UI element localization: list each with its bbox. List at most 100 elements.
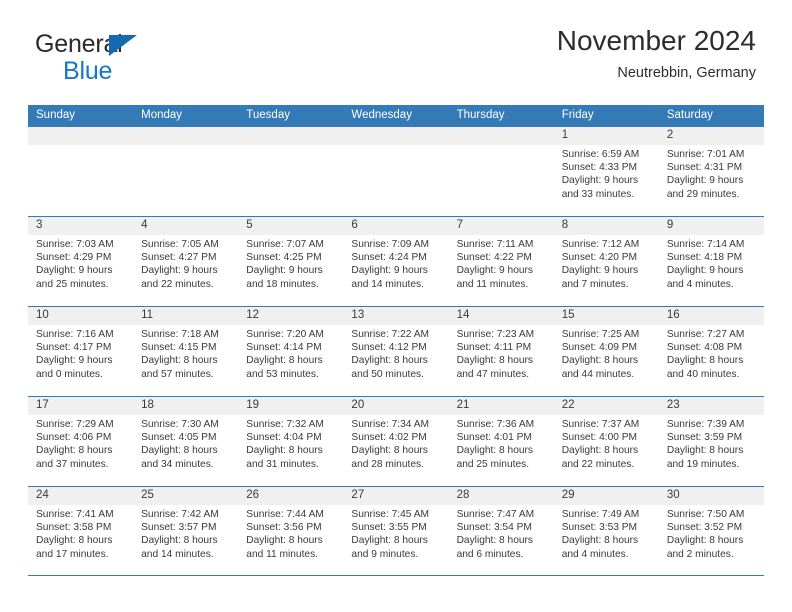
day-cell[interactable]: 9 Sunrise: 7:14 AM Sunset: 4:18 PM Dayli… [659,217,764,307]
daylight-text-line2: and 7 minutes. [561,278,629,290]
day-cell[interactable]: 4 Sunrise: 7:05 AM Sunset: 4:27 PM Dayli… [133,217,238,307]
day-cell[interactable]: 19 Sunrise: 7:32 AM Sunset: 4:04 PM Dayl… [238,397,343,487]
sunset-text: Sunset: 4:01 PM [456,432,532,444]
day-cell[interactable]: 2 Sunrise: 7:01 AM Sunset: 4:31 PM Dayli… [659,127,764,217]
daylight-text-line1: Daylight: 8 hours [456,535,534,547]
sunrise-text: Sunrise: 7:39 AM [666,419,745,430]
daylight-text-line1: Daylight: 9 hours [246,265,323,277]
day-info: Sunrise: 7:49 AM Sunset: 3:53 PM Dayligh… [562,508,659,561]
day-cell[interactable]: 22 Sunrise: 7:37 AM Sunset: 4:00 PM Dayl… [554,397,659,487]
page-title: November 2024 [556,25,756,56]
daylight-text-line1: Daylight: 8 hours [36,445,113,457]
day-number: 5 [246,219,253,231]
weekday-header-sunday: Sunday [36,109,76,121]
week-cells: 17 Sunrise: 7:29 AM Sunset: 4:06 PM Dayl… [28,397,764,487]
day-cell[interactable]: 25 Sunrise: 7:42 AM Sunset: 3:57 PM Dayl… [133,487,238,577]
daylight-text-line2: and 44 minutes. [561,368,635,380]
day-cell[interactable]: 10 Sunrise: 7:16 AM Sunset: 4:17 PM Dayl… [28,307,133,397]
sunrise-text: Sunrise: 7:27 AM [666,329,745,340]
brand-logo-top: General [35,30,235,58]
day-cell[interactable] [133,127,238,217]
day-cell[interactable]: 28 Sunrise: 7:47 AM Sunset: 3:54 PM Dayl… [449,487,554,577]
daylight-text-line1: Daylight: 9 hours [36,355,113,367]
day-info: Sunrise: 7:32 AM Sunset: 4:04 PM Dayligh… [246,418,343,471]
day-number: 1 [561,129,569,141]
day-info: Sunrise: 7:01 AM Sunset: 4:31 PM Dayligh… [667,148,764,201]
day-cell[interactable]: 5 Sunrise: 7:07 AM Sunset: 4:25 PM Dayli… [238,217,343,307]
day-cell[interactable]: 15 Sunrise: 7:25 AM Sunset: 4:09 PM Dayl… [554,307,659,397]
sunset-text: Sunset: 4:29 PM [36,252,112,264]
day-cell[interactable]: 20 Sunrise: 7:34 AM Sunset: 4:02 PM Dayl… [343,397,448,487]
day-cell[interactable]: 12 Sunrise: 7:20 AM Sunset: 4:14 PM Dayl… [238,307,343,397]
week-cells: 24 Sunrise: 7:41 AM Sunset: 3:58 PM Dayl… [28,487,764,577]
day-cell[interactable]: 8 Sunrise: 7:12 AM Sunset: 4:20 PM Dayli… [554,217,659,307]
day-number: 20 [351,399,365,411]
day-number: 29 [561,489,575,501]
sunrise-text: Sunrise: 7:12 AM [561,239,640,250]
day-cell[interactable]: 26 Sunrise: 7:44 AM Sunset: 3:56 PM Dayl… [238,487,343,577]
daylight-text-line1: Daylight: 8 hours [246,355,323,367]
sunset-text: Sunset: 4:22 PM [456,252,532,264]
daylight-text-line1: Daylight: 8 hours [456,355,534,367]
day-cell[interactable] [343,127,448,217]
day-cell[interactable]: 1 Sunrise: 6:59 AM Sunset: 4:33 PM Dayli… [554,127,659,217]
day-cell[interactable]: 14 Sunrise: 7:23 AM Sunset: 4:11 PM Dayl… [449,307,554,397]
day-number [36,127,133,145]
day-cell[interactable]: 23 Sunrise: 7:39 AM Sunset: 3:59 PM Dayl… [659,397,764,487]
sunrise-text: Sunrise: 7:09 AM [351,239,430,250]
day-cell[interactable] [238,127,343,217]
daylight-text-line2: and 14 minutes. [141,548,214,560]
day-number: 21 [456,399,470,411]
day-cell[interactable]: 18 Sunrise: 7:30 AM Sunset: 4:05 PM Dayl… [133,397,238,487]
sunrise-text: Sunrise: 7:42 AM [141,509,219,520]
day-cell[interactable] [449,127,554,217]
daylight-text-line2: and 14 minutes. [351,278,424,290]
day-info: Sunrise: 6:59 AM Sunset: 4:33 PM Dayligh… [562,148,659,201]
calendar-week-row: 1 Sunrise: 6:59 AM Sunset: 4:33 PM Dayli… [28,126,764,216]
daylight-text-line2: and 28 minutes. [351,458,424,470]
day-cell[interactable]: 7 Sunrise: 7:11 AM Sunset: 4:22 PM Dayli… [449,217,554,307]
calendar-page: General Blue November 2024 Neutrebbin, G… [0,0,792,612]
sunset-text: Sunset: 4:09 PM [561,342,638,354]
daylight-text-line2: and 22 minutes. [561,458,635,470]
sunset-text: Sunset: 4:27 PM [141,252,217,264]
daylight-text-line1: Daylight: 8 hours [351,535,428,547]
day-cell[interactable]: 3 Sunrise: 7:03 AM Sunset: 4:29 PM Dayli… [28,217,133,307]
brand-name-blue: Blue [63,57,113,85]
day-info: Sunrise: 7:05 AM Sunset: 4:27 PM Dayligh… [141,238,238,291]
day-cell[interactable]: 17 Sunrise: 7:29 AM Sunset: 4:06 PM Dayl… [28,397,133,487]
brand-logo[interactable]: General Blue [35,30,235,84]
day-cell[interactable] [28,127,133,217]
day-cell[interactable]: 21 Sunrise: 7:36 AM Sunset: 4:01 PM Dayl… [449,397,554,487]
day-number: 28 [456,489,470,501]
day-number: 18 [141,399,154,411]
day-number [141,127,238,145]
sunset-text: Sunset: 4:20 PM [561,252,638,264]
day-cell[interactable]: 6 Sunrise: 7:09 AM Sunset: 4:24 PM Dayli… [343,217,448,307]
daylight-text-line2: and 6 minutes. [456,548,524,560]
calendar-week-row: 17 Sunrise: 7:29 AM Sunset: 4:06 PM Dayl… [28,396,764,486]
page-header: General Blue November 2024 Neutrebbin, G… [28,22,764,98]
sunrise-text: Sunrise: 7:47 AM [456,509,535,520]
daylight-text-line2: and 11 minutes. [456,278,529,290]
week-cells: 3 Sunrise: 7:03 AM Sunset: 4:29 PM Dayli… [28,217,764,307]
weekday-header-row: Sunday Monday Tuesday Wednesday Thursday… [28,105,764,126]
day-info: Sunrise: 7:18 AM Sunset: 4:15 PM Dayligh… [141,328,238,381]
day-cell[interactable]: 27 Sunrise: 7:45 AM Sunset: 3:55 PM Dayl… [343,487,448,577]
daylight-text-line2: and 34 minutes. [141,458,214,470]
day-number [457,127,554,145]
sunset-text: Sunset: 3:55 PM [351,522,427,534]
day-cell[interactable]: 16 Sunrise: 7:27 AM Sunset: 4:08 PM Dayl… [659,307,764,397]
day-cell[interactable]: 30 Sunrise: 7:50 AM Sunset: 3:52 PM Dayl… [659,487,764,577]
day-cell[interactable]: 24 Sunrise: 7:41 AM Sunset: 3:58 PM Dayl… [28,487,133,577]
sunset-text: Sunset: 4:12 PM [351,342,427,354]
sunset-text: Sunset: 4:00 PM [561,432,638,444]
day-number: 22 [561,399,575,411]
day-cell[interactable]: 29 Sunrise: 7:49 AM Sunset: 3:53 PM Dayl… [554,487,659,577]
day-cell[interactable]: 13 Sunrise: 7:22 AM Sunset: 4:12 PM Dayl… [343,307,448,397]
sunrise-text: Sunrise: 7:45 AM [351,509,430,520]
day-cell[interactable]: 11 Sunrise: 7:18 AM Sunset: 4:15 PM Dayl… [133,307,238,397]
daylight-text-line1: Daylight: 8 hours [351,355,428,367]
sunset-text: Sunset: 4:24 PM [351,252,427,264]
sunset-text: Sunset: 3:54 PM [456,522,532,534]
